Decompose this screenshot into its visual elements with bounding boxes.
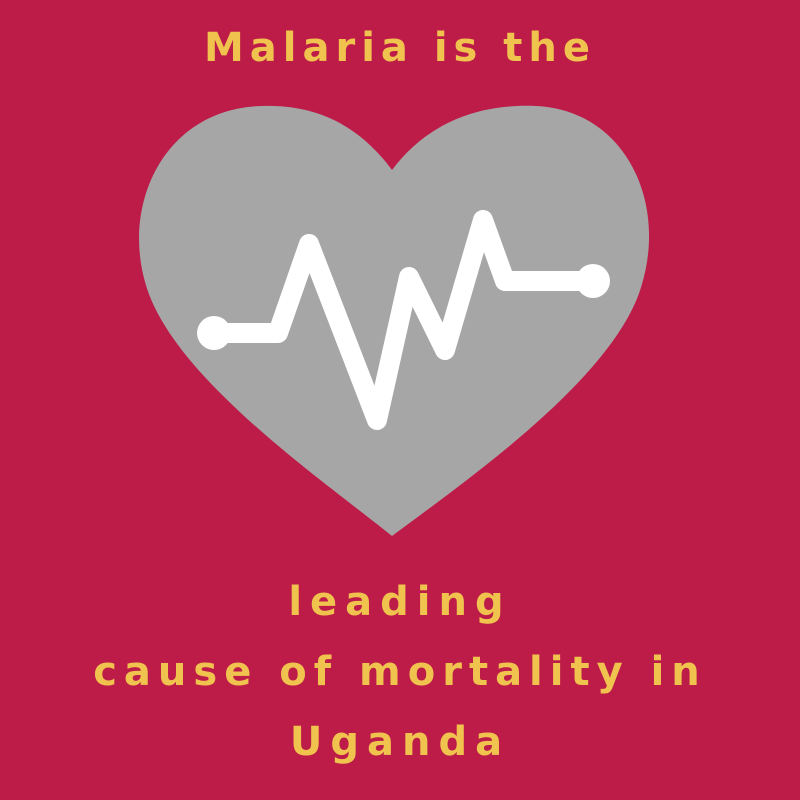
headline-uganda: Uganda	[289, 719, 511, 765]
pulse-end-dot	[576, 264, 610, 298]
poster-background: Malaria is the leading cause of mortalit…	[0, 0, 800, 800]
pulse-start-dot	[197, 316, 231, 350]
headline-leading: leading	[288, 579, 512, 625]
headline-cause: cause of mortality in	[93, 649, 707, 695]
